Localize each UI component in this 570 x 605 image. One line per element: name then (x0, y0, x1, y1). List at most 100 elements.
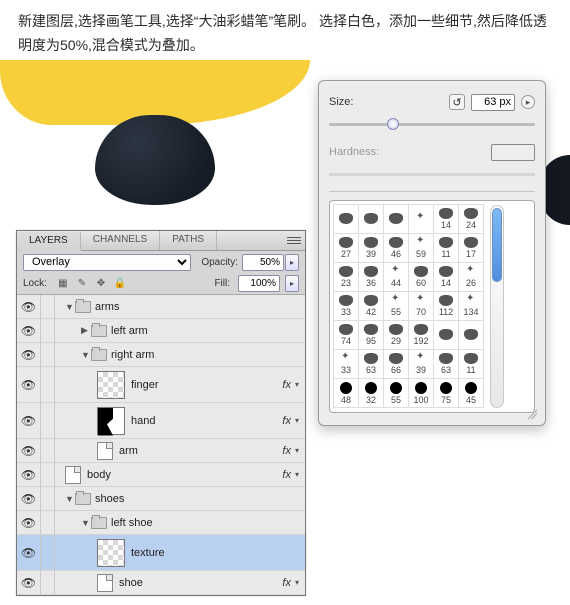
disclosure-arrow-icon[interactable]: ▼ (81, 518, 91, 528)
layer-row[interactable]: 👁 shoe fx▾ (17, 571, 305, 595)
panel-resize-grip-icon[interactable] (525, 407, 537, 419)
layer-effects-indicator[interactable]: fx▾ (282, 415, 299, 427)
tab-channels[interactable]: CHANNELS (81, 231, 160, 250)
layer-name[interactable]: right arm (111, 349, 154, 361)
fill-field[interactable] (238, 275, 280, 292)
lock-transparent-icon[interactable]: ▦ (55, 276, 71, 292)
brush-preset-cell[interactable] (333, 204, 359, 234)
layer-folder-row[interactable]: 👁▼arms (17, 295, 305, 319)
brush-preset-cell[interactable]: 74 (333, 320, 359, 350)
brush-preset-cell[interactable]: 23 (333, 262, 359, 292)
brush-preset-cell[interactable]: 134 (458, 291, 484, 321)
brush-preset-cell[interactable]: 32 (358, 378, 384, 408)
brush-preset-cell[interactable]: 48 (333, 378, 359, 408)
brush-preset-cell[interactable]: 192 (408, 320, 434, 350)
layer-effects-indicator[interactable]: fx▾ (282, 379, 299, 391)
brush-preset-cell[interactable]: 59 (408, 233, 434, 263)
brush-preset-cell[interactable]: 14 (433, 262, 459, 292)
brush-preset-cell[interactable]: 63 (358, 349, 384, 379)
brush-preset-cell[interactable]: 66 (383, 349, 409, 379)
brush-preset-cell[interactable]: 45 (458, 378, 484, 408)
brush-preset-cell[interactable]: 63 (433, 349, 459, 379)
layer-folder-row[interactable]: 👁 ▶ left arm (17, 319, 305, 343)
visibility-eye-icon[interactable]: 👁 (17, 511, 41, 534)
layer-row[interactable]: 👁 body fx▾ (17, 463, 305, 487)
brush-preset-cell[interactable]: 33 (333, 291, 359, 321)
brush-preset-cell[interactable]: 70 (408, 291, 434, 321)
tab-layers[interactable]: LAYERS (17, 232, 81, 251)
layer-row[interactable]: 👁armfx▾ (17, 439, 305, 463)
lock-all-icon[interactable]: 🔒 (112, 276, 128, 292)
brush-size-field[interactable] (471, 94, 515, 111)
layer-name[interactable]: finger (131, 379, 159, 391)
brush-preset-cell[interactable] (433, 320, 459, 350)
brush-preset-cell[interactable]: 95 (358, 320, 384, 350)
brush-preset-cell[interactable]: 24 (458, 204, 484, 234)
layer-name[interactable]: shoes (95, 493, 124, 505)
disclosure-arrow-icon[interactable]: ▶ (81, 325, 91, 336)
layer-name[interactable]: arm (119, 445, 138, 457)
brush-preset-cell[interactable]: 26 (458, 262, 484, 292)
blend-mode-select[interactable]: Overlay (23, 254, 191, 271)
fill-scrub-button[interactable]: ▸ (285, 275, 299, 292)
tab-paths[interactable]: PATHS (160, 231, 217, 250)
brush-preset-cell[interactable]: 29 (383, 320, 409, 350)
brush-preset-cell[interactable]: 75 (433, 378, 459, 408)
layer-folder-row[interactable]: 👁 ▼ right arm (17, 343, 305, 367)
brush-preset-cell[interactable]: 36 (358, 262, 384, 292)
visibility-eye-icon[interactable]: 👁 (17, 487, 41, 510)
brush-preset-scrollbar[interactable] (490, 205, 504, 408)
brush-preset-cell[interactable]: 27 (333, 233, 359, 263)
visibility-eye-icon[interactable]: 👁 (17, 439, 41, 462)
layer-name[interactable]: hand (131, 415, 155, 427)
brush-preset-cell[interactable]: 112 (433, 291, 459, 321)
brush-preset-cell[interactable] (458, 320, 484, 350)
brush-preset-cell[interactable]: 39 (358, 233, 384, 263)
visibility-eye-icon[interactable]: 👁 (17, 295, 41, 318)
layer-name[interactable]: shoe (119, 577, 143, 589)
layer-folder-row[interactable]: 👁 ▼ shoes (17, 487, 305, 511)
opacity-scrub-button[interactable]: ▸ (285, 254, 299, 271)
brush-preset-cell[interactable]: 42 (358, 291, 384, 321)
brush-preset-cell[interactable]: 55 (383, 378, 409, 408)
brush-preset-cell[interactable]: 46 (383, 233, 409, 263)
brush-size-reset-icon[interactable]: ↺ (449, 94, 465, 110)
visibility-eye-icon[interactable]: 👁 (17, 463, 41, 486)
brush-preset-cell[interactable]: 55 (383, 291, 409, 321)
opacity-field[interactable] (242, 254, 284, 271)
brush-preset-cell[interactable]: 11 (458, 349, 484, 379)
visibility-eye-icon[interactable]: 👁 (17, 403, 41, 438)
layer-row[interactable]: 👁 texture (17, 535, 305, 571)
visibility-eye-icon[interactable]: 👁 (17, 535, 41, 570)
visibility-eye-icon[interactable]: 👁 (17, 319, 41, 342)
disclosure-arrow-icon[interactable]: ▼ (65, 302, 75, 312)
layer-name[interactable]: left shoe (111, 517, 153, 529)
panel-menu-icon[interactable] (287, 233, 301, 247)
layer-name[interactable]: texture (131, 547, 165, 559)
brush-preset-cell[interactable]: 33 (333, 349, 359, 379)
layer-row[interactable]: 👁 finger fx▾ (17, 367, 305, 403)
lock-position-icon[interactable]: ✥ (93, 276, 109, 292)
brush-preset-cell[interactable] (383, 204, 409, 234)
brush-preset-cell[interactable]: 44 (383, 262, 409, 292)
brush-preset-cell[interactable]: 100 (408, 378, 434, 408)
brush-preset-cell[interactable]: 17 (458, 233, 484, 263)
brush-preset-cell[interactable]: 11 (433, 233, 459, 263)
layer-effects-indicator[interactable]: fx▾ (282, 577, 299, 589)
disclosure-arrow-icon[interactable]: ▼ (65, 494, 75, 504)
layer-name[interactable]: left arm (111, 325, 148, 337)
brush-flyout-icon[interactable]: ▸ (521, 95, 535, 109)
layer-name[interactable]: body (87, 469, 111, 481)
brush-preset-cell[interactable]: 39 (408, 349, 434, 379)
visibility-eye-icon[interactable]: 👁 (17, 367, 41, 402)
layer-effects-indicator[interactable]: fx▾ (282, 469, 299, 481)
visibility-eye-icon[interactable]: 👁 (17, 571, 41, 594)
lock-pixels-icon[interactable]: ✎ (74, 276, 90, 292)
brush-preset-cell[interactable] (358, 204, 384, 234)
visibility-eye-icon[interactable]: 👁 (17, 343, 41, 366)
brush-preset-cell[interactable]: 14 (433, 204, 459, 234)
disclosure-arrow-icon[interactable]: ▼ (81, 350, 91, 360)
layer-folder-row[interactable]: 👁 ▼ left shoe (17, 511, 305, 535)
brush-preset-cell[interactable] (408, 204, 434, 234)
brush-preset-cell[interactable]: 60 (408, 262, 434, 292)
